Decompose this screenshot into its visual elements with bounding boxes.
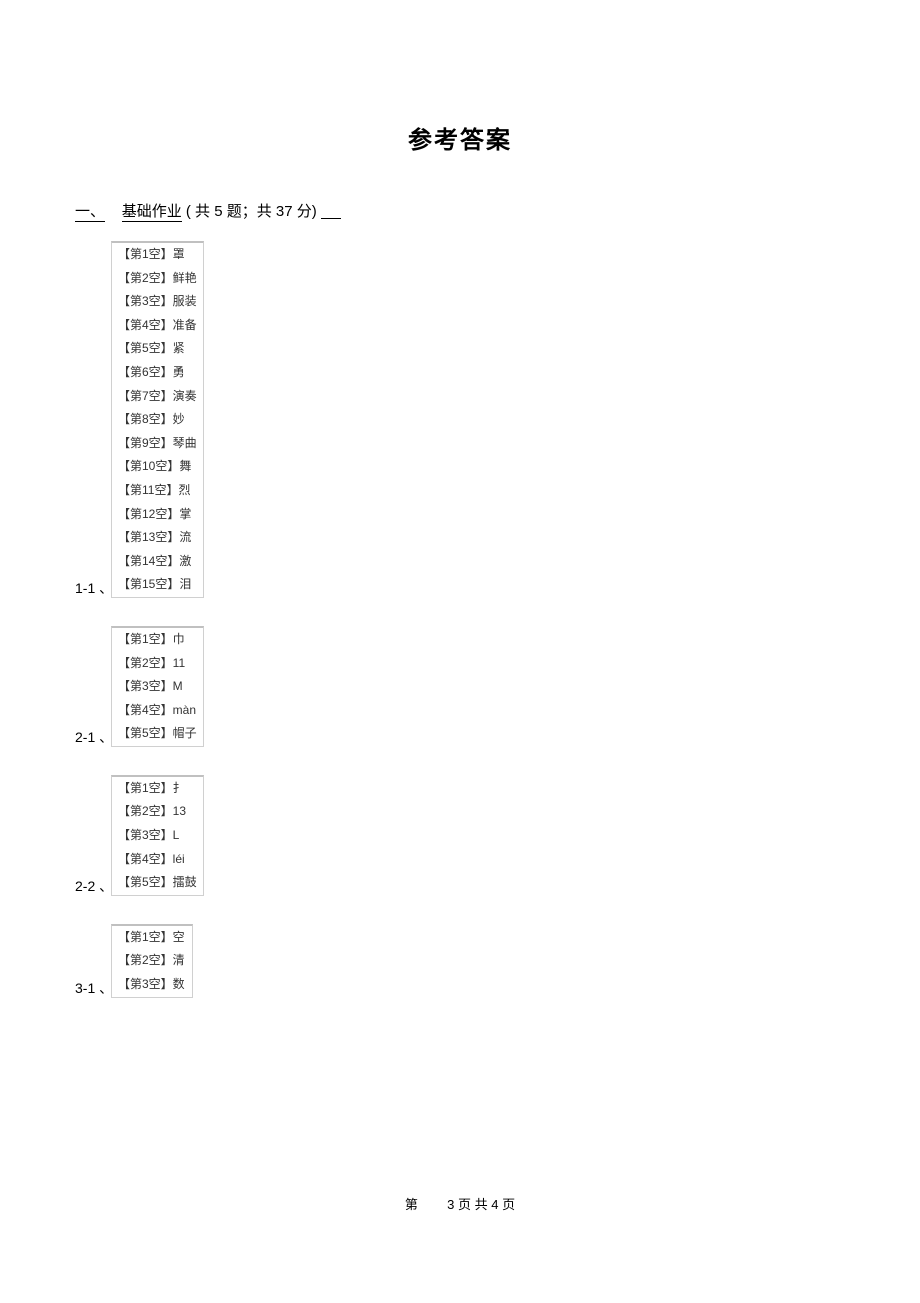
answer-group-label: 1-1 、	[75, 578, 113, 598]
answer-row: 【第4空】màn	[112, 699, 203, 723]
answer-row: 【第12空】掌	[112, 503, 203, 527]
answer-group: 3-1 、【第1空】空【第2空】清【第3空】数	[75, 924, 920, 998]
answer-row: 【第3空】L	[112, 824, 203, 848]
section-trailing-underline	[321, 205, 341, 219]
answer-box: 【第1空】巾【第2空】11【第3空】M【第4空】màn【第5空】帽子	[111, 626, 204, 747]
answer-row: 【第2空】清	[112, 949, 192, 973]
answer-row: 【第14空】激	[112, 550, 203, 574]
answer-group-label: 3-1 、	[75, 978, 113, 998]
answer-row: 【第1空】罩	[112, 243, 203, 267]
answer-row: 【第2空】13	[112, 800, 203, 824]
answer-row: 【第1空】扌	[112, 777, 203, 801]
answer-row: 【第1空】空	[112, 926, 192, 950]
answer-row: 【第15空】泪	[112, 573, 203, 597]
answer-box: 【第1空】空【第2空】清【第3空】数	[111, 924, 193, 998]
answer-row: 【第6空】勇	[112, 361, 203, 385]
answer-row: 【第8空】妙	[112, 408, 203, 432]
answer-row: 【第3空】M	[112, 675, 203, 699]
answer-box: 【第1空】扌【第2空】13【第3空】L【第4空】léi【第5空】擂鼓	[111, 775, 204, 896]
answer-group: 2-2 、【第1空】扌【第2空】13【第3空】L【第4空】léi【第5空】擂鼓	[75, 775, 920, 896]
answer-groups-container: 1-1 、【第1空】罩【第2空】鲜艳【第3空】服装【第4空】准备【第5空】紧【第…	[0, 241, 920, 998]
footer-text: 3 页 共 4 页	[447, 1197, 515, 1212]
answer-group: 2-1 、【第1空】巾【第2空】11【第3空】M【第4空】màn【第5空】帽子	[75, 626, 920, 747]
answer-row: 【第5空】紧	[112, 337, 203, 361]
answer-row: 【第4空】准备	[112, 314, 203, 338]
answer-row: 【第1空】巾	[112, 628, 203, 652]
answer-row: 【第4空】léi	[112, 848, 203, 872]
answer-row: 【第7空】演奏	[112, 385, 203, 409]
answer-group-label: 2-2 、	[75, 876, 113, 896]
page-footer: 第 3 页 共 4 页	[0, 1194, 920, 1213]
answer-row: 【第9空】琴曲	[112, 432, 203, 456]
section-counts: ( 共 5 题；共 37 分)	[186, 203, 317, 220]
answer-row: 【第3空】服装	[112, 290, 203, 314]
answer-row: 【第5空】帽子	[112, 722, 203, 746]
answer-group-label: 2-1 、	[75, 727, 113, 747]
answer-row: 【第2空】鲜艳	[112, 267, 203, 291]
answer-row: 【第11空】烈	[112, 479, 203, 503]
answer-group: 1-1 、【第1空】罩【第2空】鲜艳【第3空】服装【第4空】准备【第5空】紧【第…	[75, 241, 920, 598]
answer-row: 【第2空】11	[112, 652, 203, 676]
section-label: 基础作业	[122, 203, 182, 222]
page-title: 参考答案	[0, 0, 920, 200]
answer-row: 【第10空】舞	[112, 455, 203, 479]
footer-prefix: 第	[405, 1197, 418, 1212]
answer-box: 【第1空】罩【第2空】鲜艳【第3空】服装【第4空】准备【第5空】紧【第6空】勇【…	[111, 241, 204, 598]
answer-row: 【第5空】擂鼓	[112, 871, 203, 895]
answer-row: 【第13空】流	[112, 526, 203, 550]
section-number: 一、	[75, 203, 105, 222]
section-header: 一、 基础作业 ( 共 5 题；共 37 分)	[0, 200, 920, 241]
section-spacer	[109, 203, 117, 220]
answer-row: 【第3空】数	[112, 973, 192, 997]
